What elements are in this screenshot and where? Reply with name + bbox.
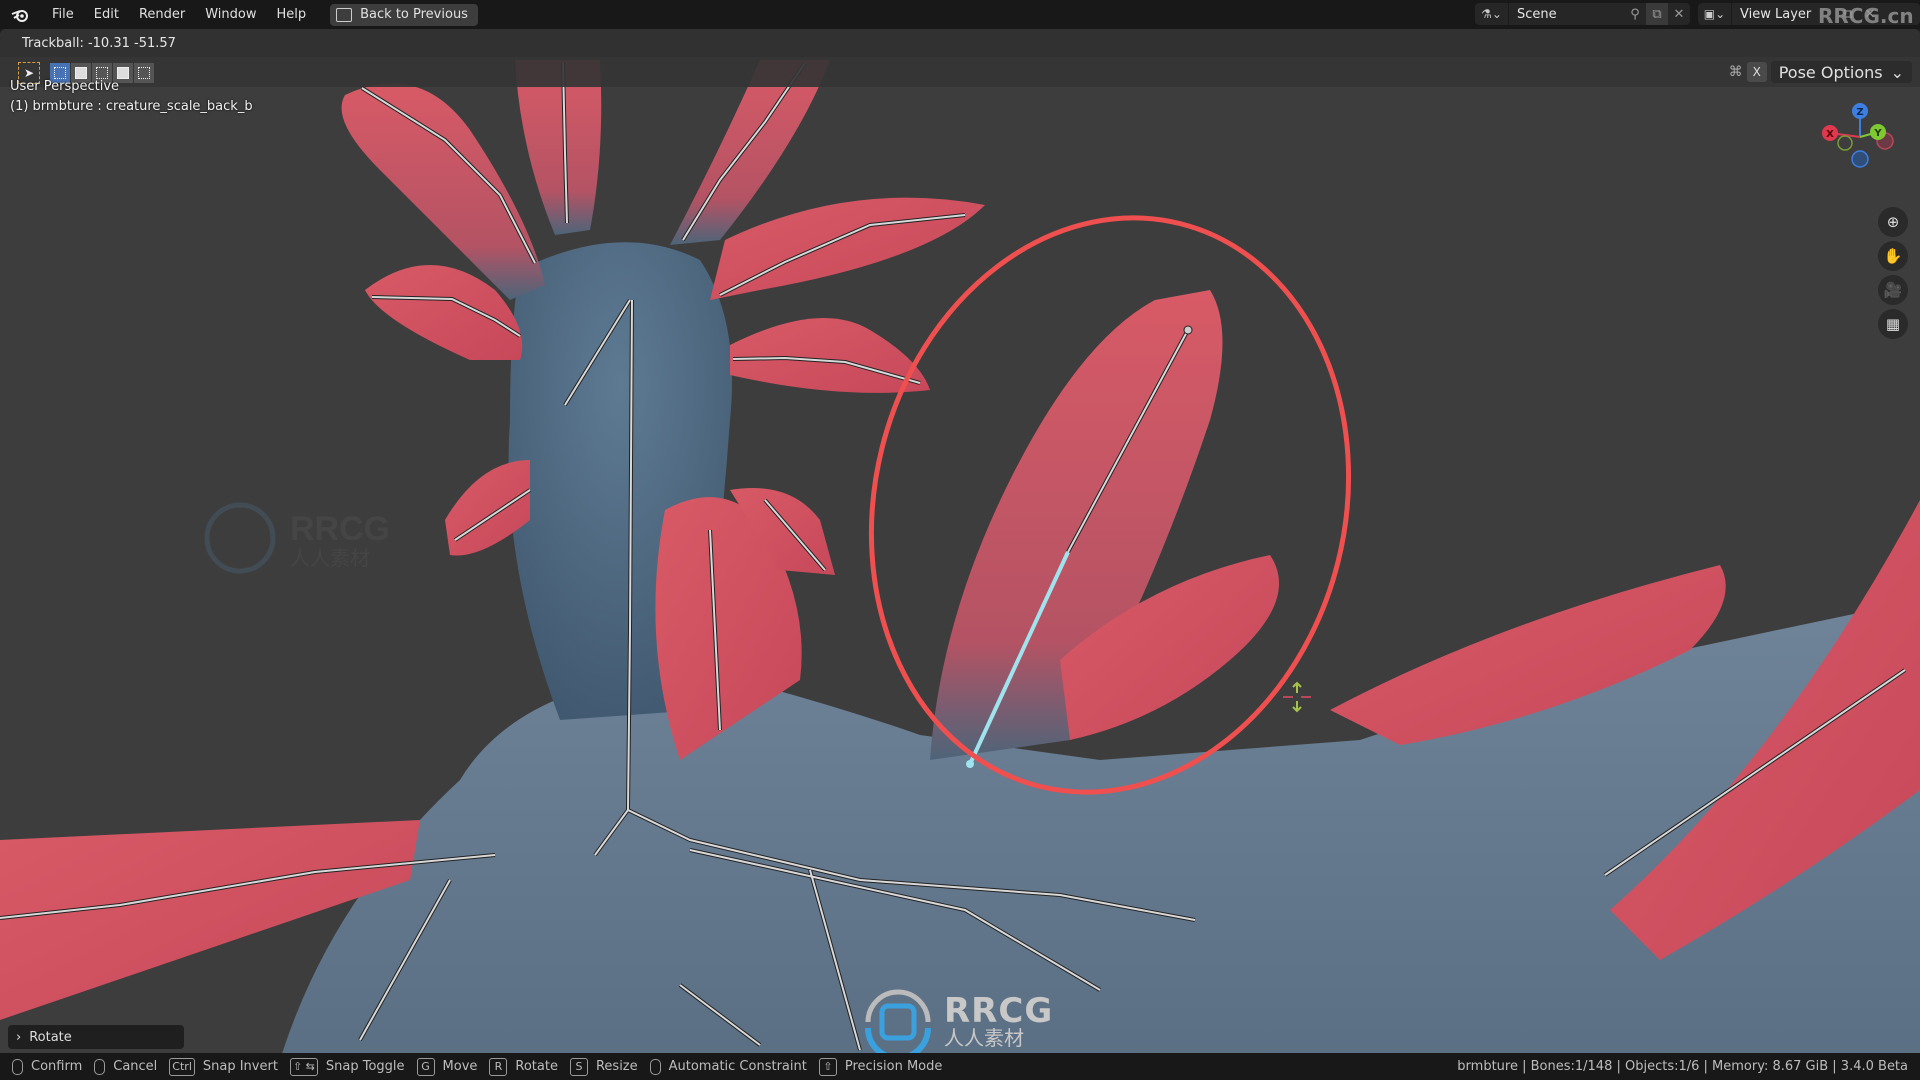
screen-back-icon — [336, 7, 353, 22]
3d-viewport[interactable]: RRCG 人人素材 Trackball: -10.31 -51.57 ➤ ⌘ X… — [0, 29, 1920, 1053]
back-to-previous-button[interactable]: Back to Previous — [330, 3, 478, 26]
svg-text:人人素材: 人人素材 — [290, 546, 370, 570]
watermark-big-text: RRCG — [944, 991, 1054, 1031]
pin-icon[interactable]: ⚲ — [1624, 3, 1646, 25]
pan-hand-icon[interactable]: ✋ — [1878, 241, 1908, 271]
mouse-middle-icon — [649, 1058, 661, 1075]
shift-key-icon: ⇧ — [818, 1057, 837, 1076]
mouse-right-icon — [94, 1058, 106, 1075]
pose-options-dropdown[interactable]: Pose Options ⌄ — [1770, 61, 1912, 83]
g-key-icon: G — [416, 1057, 435, 1076]
chevron-right-icon: › — [16, 1029, 22, 1045]
shift-tab-key-icon: ⇧ ⇆ — [289, 1057, 318, 1076]
viewport-scene: RRCG 人人素材 — [0, 60, 1920, 1053]
svg-text:Z: Z — [1856, 107, 1863, 118]
status-cancel: Cancel — [94, 1058, 157, 1075]
scene-icon: ⚗⌄ — [1481, 7, 1502, 21]
menu-render[interactable]: Render — [129, 7, 195, 22]
watermark-left: RRCG 人人素材 — [204, 502, 390, 574]
watermark-top: RRCG.cn — [1818, 4, 1914, 28]
watermark-center: RRCG 人人素材 — [860, 984, 1053, 1053]
status-move: G Move — [416, 1057, 477, 1076]
s-key-icon: S — [569, 1057, 588, 1076]
chevron-down-icon: ⌄ — [1890, 62, 1904, 82]
rrcg-logo-icon — [865, 989, 931, 1053]
top-bar: File Edit Render Window Help Back to Pre… — [0, 0, 1920, 29]
gizmo-neg-y — [1837, 135, 1853, 151]
scene-selector: ⚗⌄ Scene ⚲ ⧉ ✕ — [1475, 3, 1690, 25]
svg-text:RRCG: RRCG — [290, 510, 390, 548]
svg-text:X: X — [1826, 129, 1834, 140]
ctrl-key-icon: Ctrl — [169, 1057, 195, 1076]
svg-text:Y: Y — [1873, 128, 1882, 139]
status-bar: Confirm Cancel Ctrl Snap Invert ⇧ ⇆ Snap T… — [0, 1053, 1920, 1080]
scene-statistics: brmbture | Bones:1/148 | Objects:1/6 | M… — [1457, 1059, 1908, 1074]
perspective-grid-icon[interactable]: ▦ — [1878, 309, 1908, 339]
menu-window[interactable]: Window — [195, 7, 266, 22]
new-scene-icon[interactable]: ⧉ — [1646, 3, 1668, 25]
back-to-previous-label: Back to Previous — [360, 7, 468, 22]
pivot-gizmo-icon — [1283, 681, 1311, 713]
zoom-icon[interactable]: ⊕ — [1878, 207, 1908, 237]
status-snap-toggle: ⇧ ⇆ Snap Toggle — [289, 1057, 405, 1076]
status-confirm: Confirm — [12, 1058, 82, 1075]
status-snap-invert: Ctrl Snap Invert — [169, 1057, 278, 1076]
viewport-header: Trackball: -10.31 -51.57 — [0, 29, 1920, 57]
view-layer-dropdown[interactable]: ▣⌄ — [1698, 3, 1732, 25]
status-resize: S Resize — [569, 1057, 638, 1076]
menu-edit[interactable]: Edit — [84, 7, 129, 22]
gizmo-neg-z — [1851, 150, 1869, 168]
delete-scene-icon[interactable]: ✕ — [1668, 3, 1690, 25]
mode-intersect-button[interactable] — [134, 63, 154, 83]
tool-settings-row: ➤ ⌘ X Pose Options ⌄ — [0, 57, 1920, 87]
mouse-left-icon — [12, 1058, 23, 1075]
scene-name-field[interactable]: Scene — [1509, 7, 1624, 22]
status-rotate: R Rotate — [489, 1057, 558, 1076]
pose-options-area: ⌘ X Pose Options ⌄ — [1729, 61, 1920, 83]
x-mirror-icon[interactable]: ⌘ — [1729, 64, 1743, 80]
fin-crown-4 — [710, 197, 985, 300]
last-operation-label: Rotate — [29, 1029, 72, 1045]
perspective-label: User Perspective — [10, 79, 120, 94]
blender-logo-icon[interactable] — [10, 5, 30, 25]
selected-bone-head — [966, 760, 974, 768]
fin-right-mid — [730, 318, 930, 393]
status-precision: ⇧ Precision Mode — [818, 1057, 942, 1076]
scene-type-dropdown[interactable]: ⚗⌄ — [1475, 3, 1509, 25]
active-object-label: (1) brmbture : creature_scale_back_b — [10, 99, 253, 114]
menu-help[interactable]: Help — [267, 7, 317, 22]
camera-icon[interactable]: 🎥 — [1878, 275, 1908, 305]
trackball-readout: Trackball: -10.31 -51.57 — [22, 35, 176, 51]
r-key-icon: R — [489, 1057, 508, 1076]
last-operation-panel[interactable]: › Rotate — [8, 1025, 184, 1049]
image-stack-icon: ▣⌄ — [1703, 7, 1726, 21]
status-auto-constraint: Automatic Constraint — [649, 1058, 807, 1075]
menu-file[interactable]: File — [42, 7, 84, 22]
pose-options-label: Pose Options — [1778, 62, 1883, 82]
x-mirror-toggle[interactable]: X — [1746, 62, 1767, 82]
